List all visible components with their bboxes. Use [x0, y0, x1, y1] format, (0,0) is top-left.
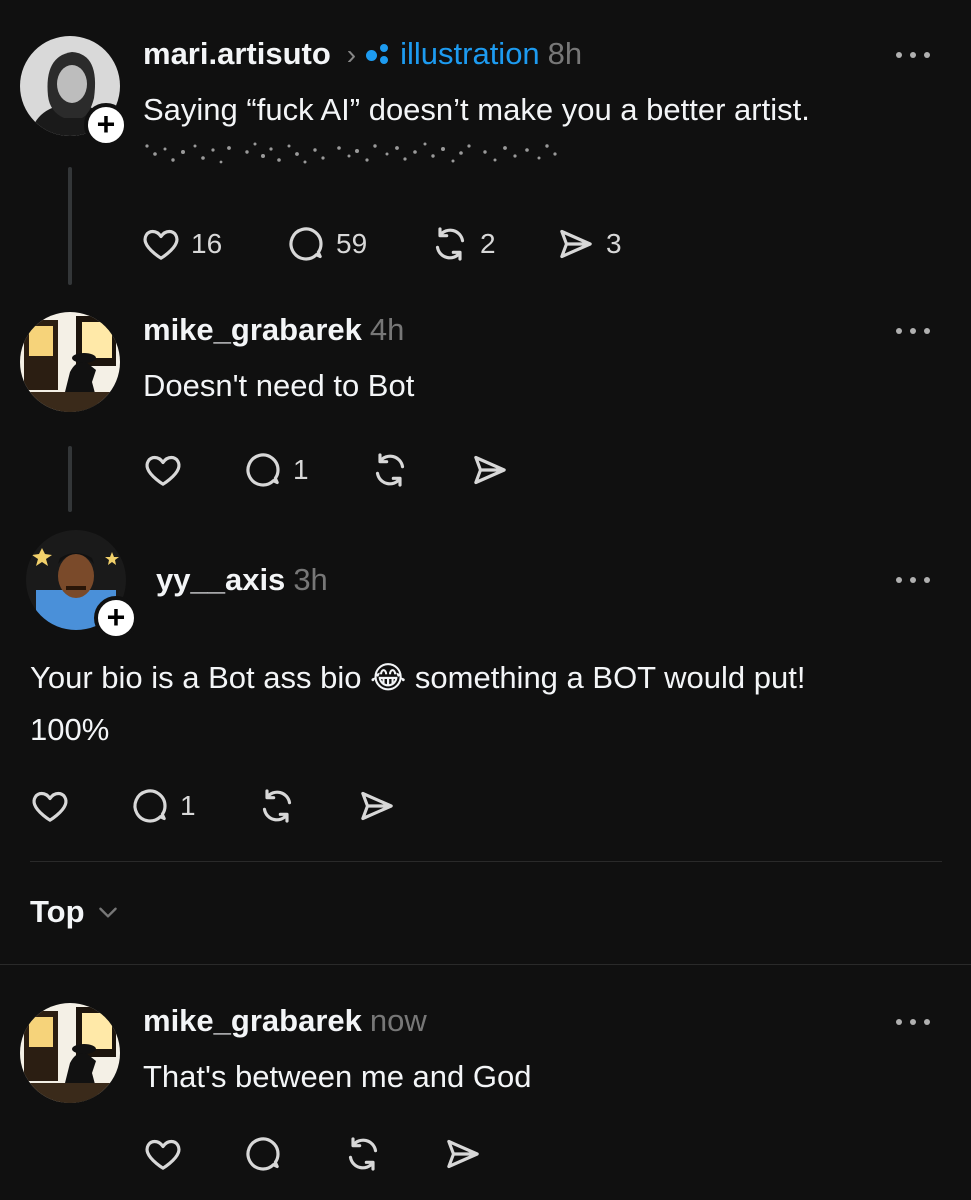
divider — [30, 861, 942, 862]
comment-icon — [243, 1134, 283, 1174]
like-button[interactable]: 16 — [141, 224, 222, 264]
reply-count: 1 — [180, 790, 196, 821]
more-icon[interactable] — [896, 574, 930, 584]
repost-icon — [370, 450, 410, 490]
reply-username[interactable]: mike_grabarek — [143, 1003, 362, 1039]
reply-username[interactable]: mike_grabarek — [143, 312, 362, 348]
repost-icon — [257, 786, 297, 826]
reply-button[interactable]: 1 — [130, 786, 196, 826]
repost-count: 2 — [480, 228, 496, 259]
avatar[interactable] — [20, 312, 120, 412]
heart-icon — [143, 1134, 183, 1174]
like-button[interactable] — [143, 1134, 183, 1174]
comment-icon — [286, 224, 326, 264]
chevron-down-icon — [98, 907, 117, 918]
reply-time: 4h — [369, 312, 405, 347]
share-count: 3 — [606, 228, 622, 259]
share-icon — [357, 786, 397, 826]
share-icon — [470, 450, 510, 490]
more-icon[interactable] — [896, 1016, 930, 1026]
reply-count: 59 — [336, 228, 368, 259]
repost-icon — [430, 224, 470, 264]
share-icon — [443, 1134, 483, 1174]
follow-plus-icon[interactable]: + — [94, 596, 138, 640]
reply-time: now — [369, 1003, 427, 1038]
share-button[interactable] — [357, 786, 397, 826]
reply-username[interactable]: yy__axis — [156, 562, 285, 598]
reply-text-line-2: 100% — [30, 712, 110, 747]
more-icon[interactable] — [896, 325, 930, 335]
share-button[interactable] — [443, 1134, 483, 1174]
like-button[interactable] — [30, 786, 70, 826]
like-button[interactable] — [143, 450, 183, 490]
thread-line — [68, 446, 72, 512]
comment-icon — [243, 450, 283, 490]
heart-icon — [141, 224, 181, 264]
reply-text-line-1: Your bio is a Bot ass bio 😂 something a … — [30, 660, 806, 695]
share-button[interactable] — [470, 450, 510, 490]
heart-icon — [143, 450, 183, 490]
post-text: Saying “fuck AI” doesn’t make you a bett… — [143, 92, 810, 127]
reply-count: 1 — [293, 454, 309, 485]
follow-plus-icon[interactable]: + — [84, 103, 128, 147]
thread-line — [68, 167, 72, 285]
comment-icon — [130, 786, 170, 826]
repost-button[interactable] — [343, 1134, 383, 1174]
spoiler-text[interactable] — [143, 140, 563, 170]
more-icon[interactable] — [896, 49, 930, 59]
reply-button[interactable] — [243, 1134, 283, 1174]
like-count: 16 — [191, 228, 223, 259]
repost-button[interactable]: 2 — [430, 224, 496, 264]
reply-text: Doesn't need to Bot — [143, 368, 415, 403]
chevron-right-icon: › — [346, 39, 357, 70]
reply-text: That's between me and God — [143, 1059, 532, 1094]
topic-dots-icon — [366, 42, 394, 64]
reply-text: Your bio is a Bot ass bio 😂 something a … — [30, 652, 805, 756]
repost-button[interactable] — [257, 786, 297, 826]
heart-icon — [30, 786, 70, 826]
post-time: 8h — [547, 36, 583, 71]
repost-button[interactable] — [370, 450, 410, 490]
sort-dropdown[interactable]: Top — [30, 894, 121, 930]
reply-time: 3h — [293, 562, 328, 597]
sort-label: Top — [30, 894, 85, 929]
reply-button[interactable]: 59 — [286, 224, 367, 264]
topic-link[interactable]: illustration — [400, 36, 540, 72]
post-username[interactable]: mari.artisuto — [143, 36, 331, 72]
repost-icon — [343, 1134, 383, 1174]
avatar[interactable] — [20, 1003, 120, 1103]
share-icon — [556, 224, 596, 264]
share-button[interactable]: 3 — [556, 224, 622, 264]
reply-button[interactable]: 1 — [243, 450, 309, 490]
divider — [0, 964, 971, 965]
